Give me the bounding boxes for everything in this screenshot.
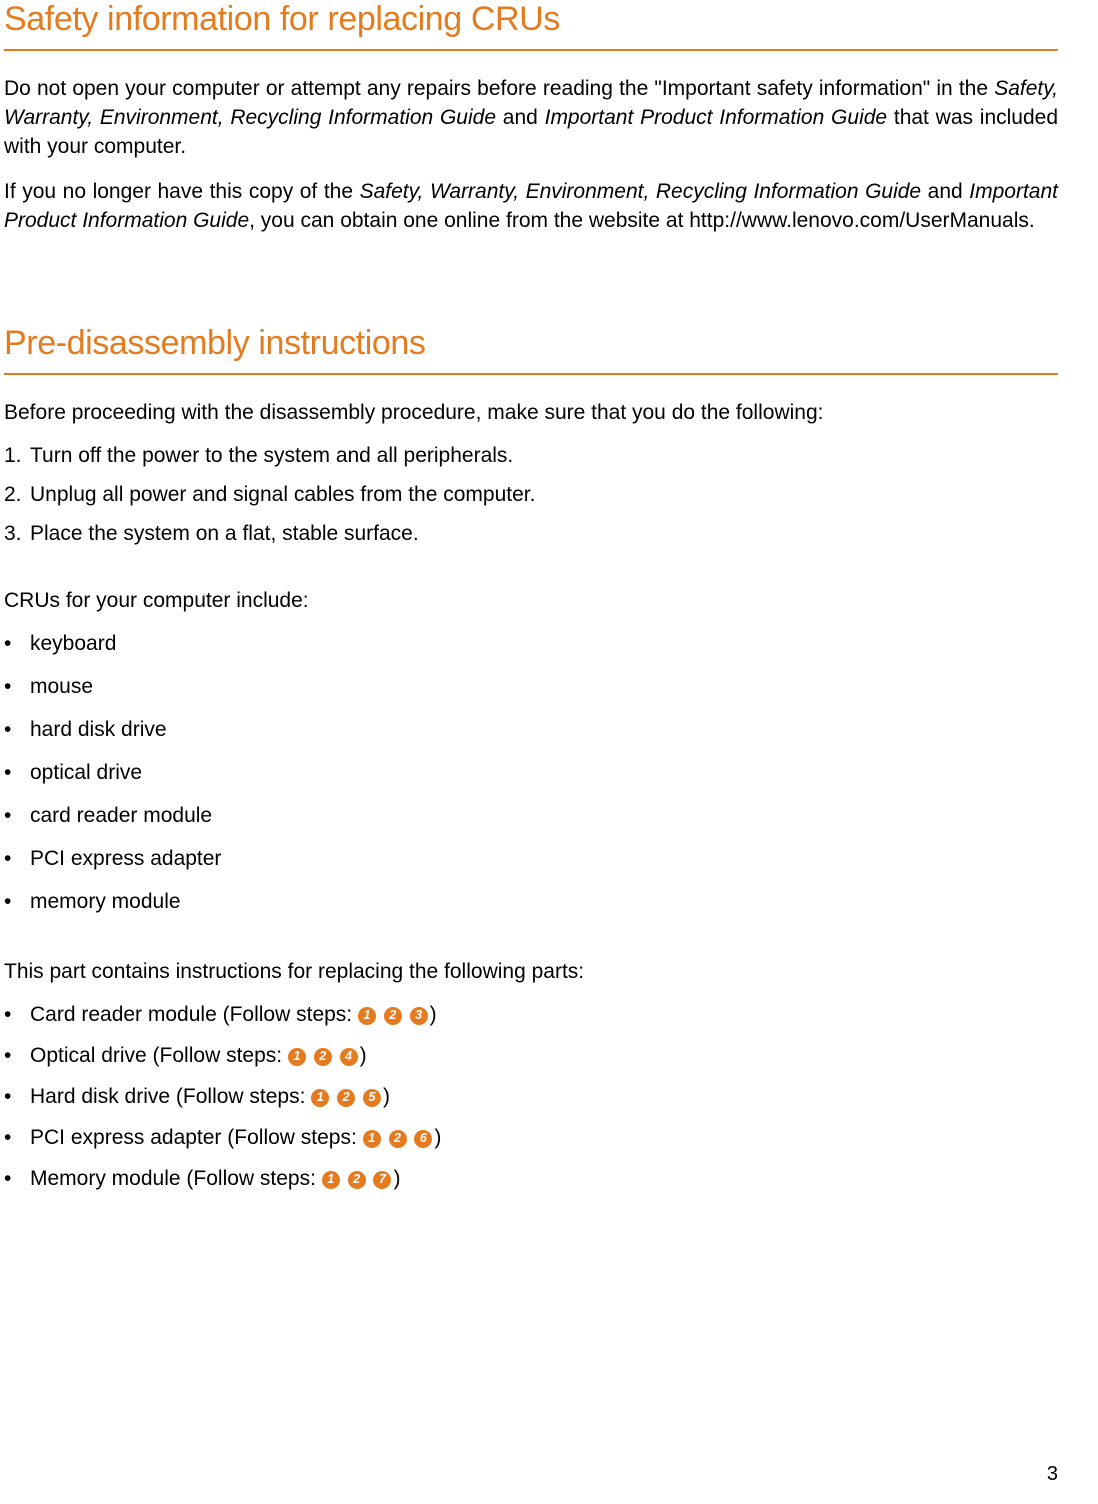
list-marker: 3.	[4, 520, 30, 549]
step-badge-icon: 2	[389, 1130, 407, 1148]
heading-rule	[4, 373, 1058, 375]
italic-guide-name: Important Product Information Guide	[545, 106, 887, 129]
follow-prefix: (Follow steps:	[221, 1126, 362, 1149]
cru-list-intro: CRUs for your computer include:	[4, 587, 1058, 616]
part-name: PCI express adapter	[30, 1126, 221, 1149]
list-text: mouse	[30, 673, 93, 702]
step-badge-icon: 1	[322, 1171, 340, 1189]
part-name: Optical drive	[30, 1044, 147, 1067]
list-marker: 1.	[4, 442, 30, 471]
bullet-icon	[4, 1165, 30, 1194]
follow-suffix: )	[434, 1126, 441, 1149]
part-name: Card reader module	[30, 1003, 217, 1026]
pre-disassembly-intro: Before proceeding with the disassembly p…	[4, 399, 1058, 428]
follow-prefix: (Follow steps:	[170, 1085, 311, 1108]
follow-suffix: )	[393, 1167, 400, 1190]
list-item: 3. Place the system on a flat, stable su…	[4, 520, 1058, 549]
bullet-icon	[4, 673, 30, 702]
safety-paragraph-2: If you no longer have this copy of the S…	[4, 178, 1058, 236]
list-text: Turn off the power to the system and all…	[30, 442, 513, 471]
list-item: 1. Turn off the power to the system and …	[4, 442, 1058, 471]
pre-disassembly-steps: 1. Turn off the power to the system and …	[4, 442, 1058, 549]
step-badge-icon: 1	[363, 1130, 381, 1148]
list-text: keyboard	[30, 630, 116, 659]
step-badge-icon: 4	[340, 1048, 358, 1066]
step-badge-icon: 7	[373, 1171, 391, 1189]
page-number: 3	[1047, 1463, 1058, 1486]
list-text: Unplug all power and signal cables from …	[30, 481, 535, 510]
list-text: Hard disk drive (Follow steps: 1 2 5)	[30, 1083, 390, 1112]
step-badge-icon: 6	[414, 1130, 432, 1148]
part-name: Memory module	[30, 1167, 181, 1190]
heading-pre-disassembly: Pre-disassembly instructions	[4, 324, 1058, 365]
bullet-icon	[4, 845, 30, 874]
step-badge-icon: 3	[410, 1007, 428, 1025]
step-badge-icon: 2	[348, 1171, 366, 1189]
bullet-icon	[4, 888, 30, 917]
italic-guide-name: Safety, Warranty, Environment, Recycling…	[360, 180, 922, 203]
step-badge-icon: 2	[337, 1089, 355, 1107]
part-name: Hard disk drive	[30, 1085, 170, 1108]
step-badge-icon: 1	[358, 1007, 376, 1025]
list-text: Place the system on a flat, stable surfa…	[30, 520, 419, 549]
list-text: card reader module	[30, 802, 212, 831]
list-item: mouse	[4, 673, 1058, 702]
list-text: memory module	[30, 888, 181, 917]
list-item: Optical drive (Follow steps: 1 2 4)	[4, 1042, 1058, 1071]
list-text: PCI express adapter (Follow steps: 1 2 6…	[30, 1124, 441, 1153]
list-text: PCI express adapter	[30, 845, 221, 874]
follow-suffix: )	[383, 1085, 390, 1108]
follow-prefix: (Follow steps:	[147, 1044, 288, 1067]
list-item: card reader module	[4, 802, 1058, 831]
step-badge-icon: 1	[288, 1048, 306, 1066]
follow-suffix: )	[360, 1044, 367, 1067]
follow-suffix: )	[430, 1003, 437, 1026]
list-marker: 2.	[4, 481, 30, 510]
bullet-icon	[4, 630, 30, 659]
list-item: optical drive	[4, 759, 1058, 788]
step-badge-icon: 5	[363, 1089, 381, 1107]
bullet-icon	[4, 1083, 30, 1112]
safety-paragraph-1: Do not open your computer or attempt any…	[4, 75, 1058, 162]
list-text: Memory module (Follow steps: 1 2 7)	[30, 1165, 400, 1194]
follow-prefix: (Follow steps:	[181, 1167, 322, 1190]
bullet-icon	[4, 1001, 30, 1030]
list-text: hard disk drive	[30, 716, 167, 745]
text: and	[496, 106, 545, 129]
list-text: Optical drive (Follow steps: 1 2 4)	[30, 1042, 367, 1071]
text: If you no longer have this copy of the	[4, 180, 360, 203]
bullet-icon	[4, 759, 30, 788]
list-item: memory module	[4, 888, 1058, 917]
list-item: PCI express adapter	[4, 845, 1058, 874]
step-badge-icon: 1	[311, 1089, 329, 1107]
bullet-icon	[4, 1124, 30, 1153]
cru-list: keyboard mouse hard disk drive optical d…	[4, 630, 1058, 917]
page: Safety information for replacing CRUs Do…	[0, 0, 1098, 1504]
text: , you can obtain one online from the web…	[249, 209, 1035, 232]
list-item: PCI express adapter (Follow steps: 1 2 6…	[4, 1124, 1058, 1153]
list-item: 2. Unplug all power and signal cables fr…	[4, 481, 1058, 510]
bullet-icon	[4, 1042, 30, 1071]
bullet-icon	[4, 802, 30, 831]
text: Do not open your computer or attempt any…	[4, 77, 994, 100]
text: and	[921, 180, 969, 203]
list-item: hard disk drive	[4, 716, 1058, 745]
step-badge-icon: 2	[384, 1007, 402, 1025]
heading-safety-cru: Safety information for replacing CRUs	[4, 0, 1058, 41]
bullet-icon	[4, 716, 30, 745]
parts-list-intro: This part contains instructions for repl…	[4, 958, 1058, 987]
list-item: keyboard	[4, 630, 1058, 659]
list-item: Card reader module (Follow steps: 1 2 3)	[4, 1001, 1058, 1030]
list-item: Memory module (Follow steps: 1 2 7)	[4, 1165, 1058, 1194]
step-badge-icon: 2	[314, 1048, 332, 1066]
heading-rule	[4, 49, 1058, 51]
list-text: Card reader module (Follow steps: 1 2 3)	[30, 1001, 437, 1030]
parts-list: Card reader module (Follow steps: 1 2 3)…	[4, 1001, 1058, 1194]
list-item: Hard disk drive (Follow steps: 1 2 5)	[4, 1083, 1058, 1112]
list-text: optical drive	[30, 759, 142, 788]
follow-prefix: (Follow steps:	[217, 1003, 358, 1026]
